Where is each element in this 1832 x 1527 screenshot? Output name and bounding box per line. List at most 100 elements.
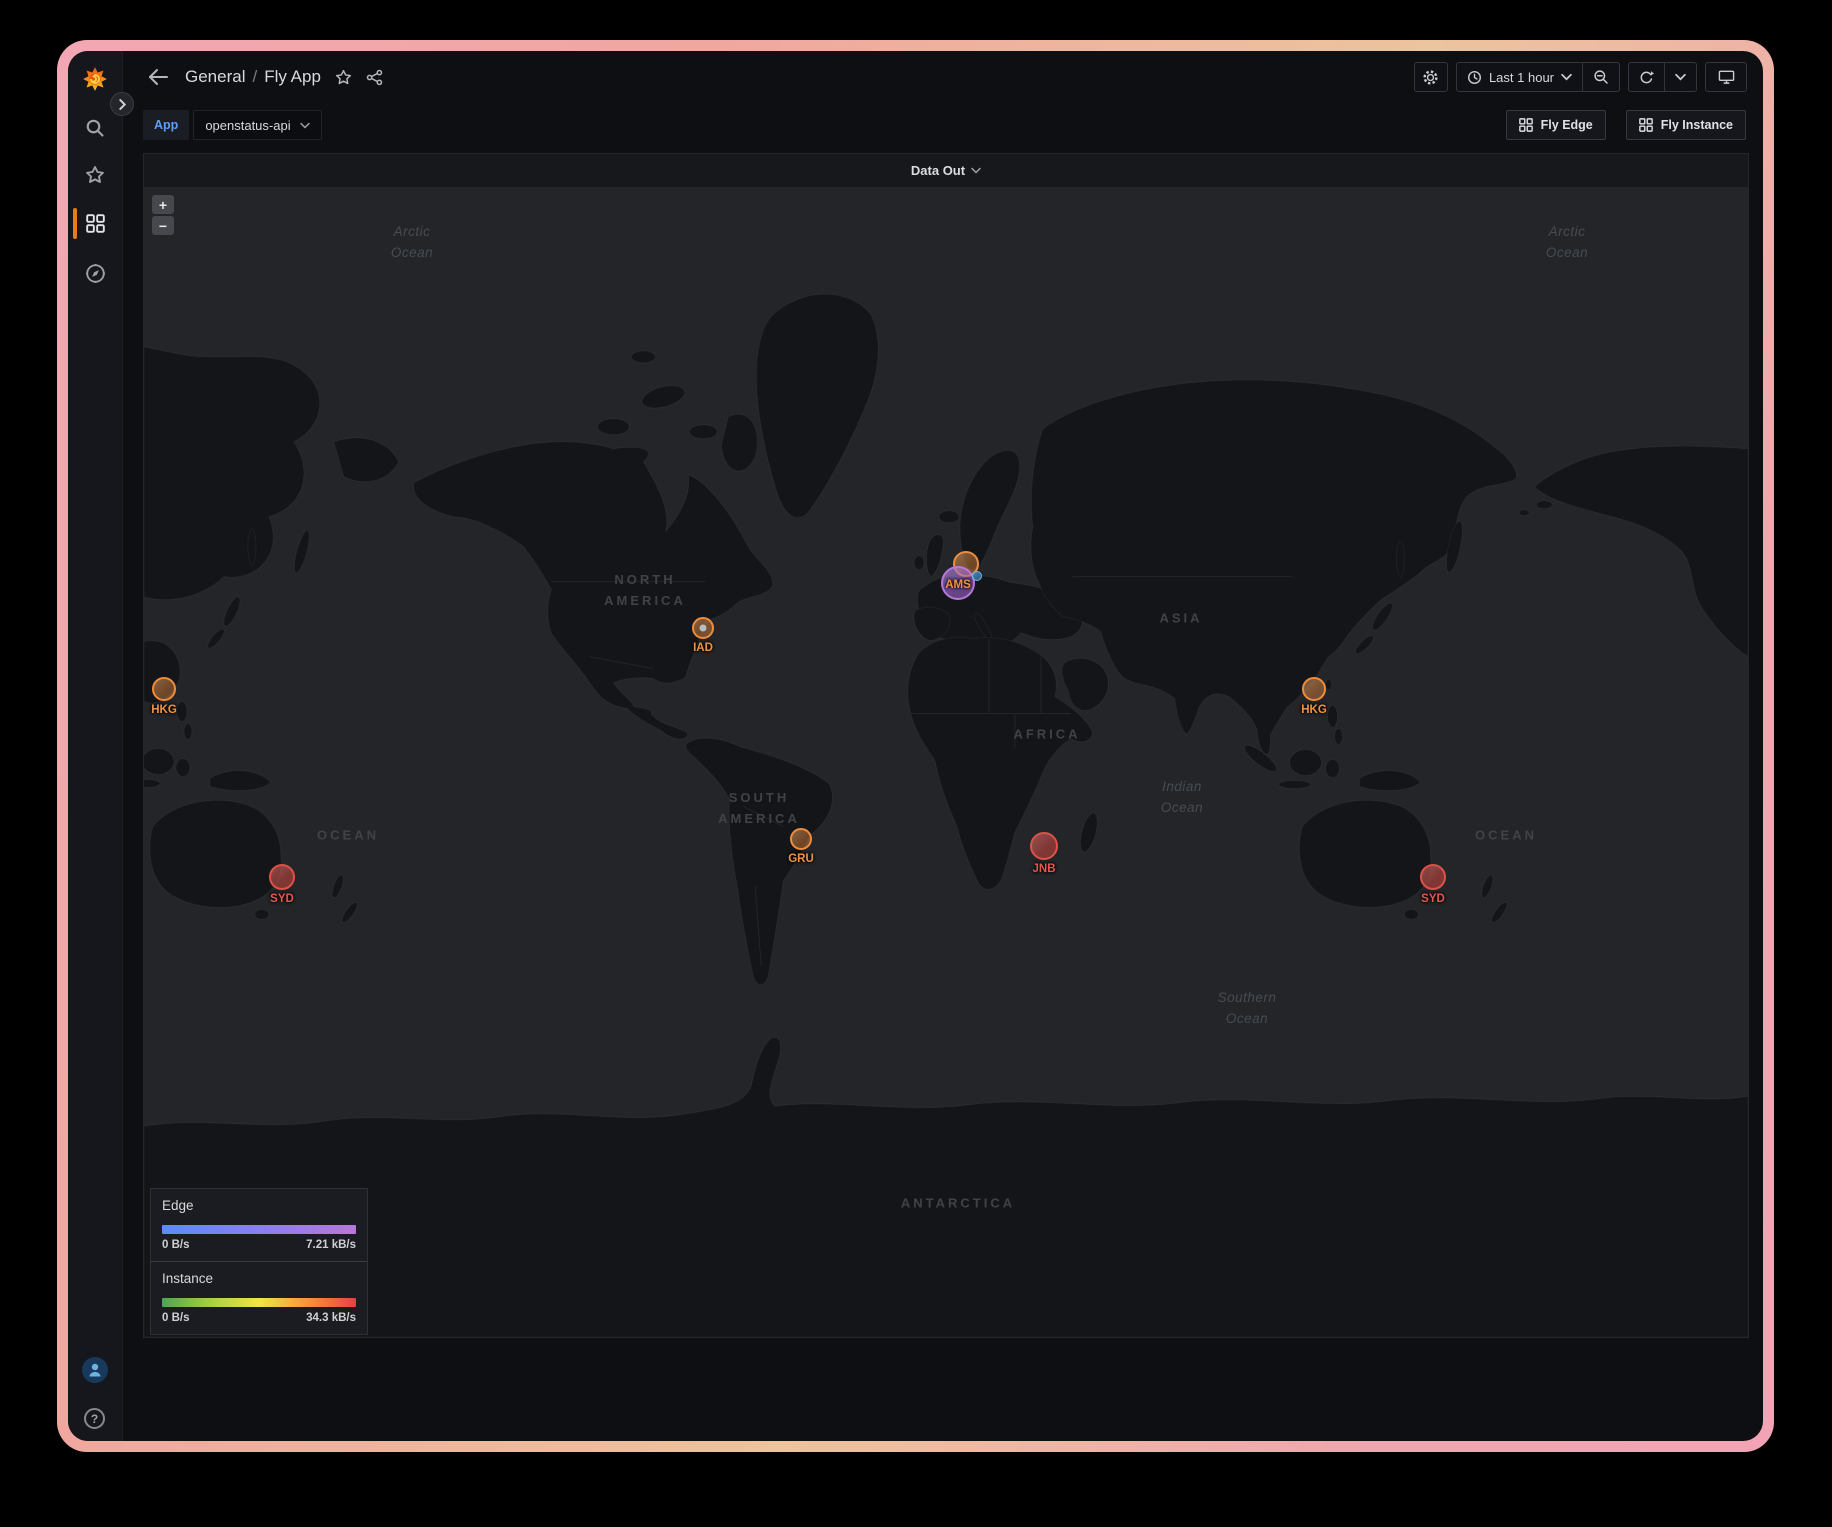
variables-bar: App openstatus-api Fly Edge bbox=[123, 103, 1763, 147]
panel-header[interactable]: Data Out bbox=[144, 154, 1748, 187]
dashboard-settings-button[interactable] bbox=[1414, 62, 1448, 92]
search-nav-item[interactable] bbox=[82, 115, 108, 141]
chevron-down-icon bbox=[1675, 73, 1686, 81]
marker-sheen bbox=[943, 568, 973, 598]
refresh-button[interactable] bbox=[1629, 63, 1664, 91]
chevron-down-icon bbox=[971, 167, 981, 174]
map-zoom-in-button[interactable]: + bbox=[152, 195, 174, 214]
world-map-svg bbox=[144, 187, 1748, 1337]
window-frame: ? General / Fly App bbox=[57, 40, 1774, 1452]
help-glyph: ? bbox=[91, 1412, 98, 1426]
map-zoom-out-button[interactable]: − bbox=[152, 216, 174, 235]
world-map[interactable]: + − Edge0 B/s7.21 kB/sInstance0 B/s34.3 … bbox=[144, 187, 1748, 1337]
breadcrumb-folder[interactable]: General bbox=[185, 67, 245, 87]
map-marker-gru[interactable] bbox=[790, 828, 812, 850]
user-avatar-icon bbox=[87, 1362, 103, 1378]
zoom-out-icon bbox=[1593, 69, 1609, 85]
grafana-logo-icon bbox=[82, 66, 108, 92]
profile-avatar[interactable] bbox=[82, 1357, 108, 1383]
sidebar: ? bbox=[68, 51, 123, 1441]
legend-section-instance: Instance0 B/s34.3 kB/s bbox=[151, 1261, 367, 1334]
back-button[interactable] bbox=[143, 62, 173, 92]
refresh-interval-dropdown[interactable] bbox=[1664, 63, 1696, 91]
explore-nav-item[interactable] bbox=[82, 260, 108, 286]
grafana-logo[interactable] bbox=[82, 66, 108, 92]
map-legend: Edge0 B/s7.21 kB/sInstance0 B/s34.3 kB/s bbox=[150, 1188, 368, 1335]
legend-range: 0 B/s 7.21 kB/s bbox=[162, 1239, 356, 1251]
clock-icon bbox=[1467, 70, 1482, 85]
legend-min: 0 B/s bbox=[162, 1312, 190, 1324]
desktop-canvas: { "colors": { "frame_gradient": ["#f3a7b… bbox=[0, 0, 1832, 1527]
map-marker-iad[interactable] bbox=[692, 617, 714, 639]
geomap-panel: Data Out bbox=[143, 153, 1749, 1338]
share-icon bbox=[366, 69, 383, 86]
title-actions bbox=[335, 69, 383, 86]
marker-sheen bbox=[1032, 834, 1056, 858]
map-marker-syd[interactable] bbox=[1420, 864, 1446, 890]
marker-sheen bbox=[1304, 679, 1324, 699]
map-marker-hkg[interactable] bbox=[152, 677, 176, 701]
expand-sidebar-button[interactable] bbox=[110, 92, 134, 116]
time-range-label: Last 1 hour bbox=[1489, 70, 1554, 85]
time-picker-group: Last 1 hour bbox=[1456, 62, 1620, 92]
favorite-dashboard-button[interactable] bbox=[335, 69, 352, 86]
time-zoom-out-button[interactable] bbox=[1582, 63, 1619, 91]
apps-grid-icon bbox=[1639, 118, 1653, 132]
fly-instance-label: Fly Instance bbox=[1661, 118, 1733, 132]
chevron-down-icon bbox=[300, 122, 310, 129]
refresh-group bbox=[1628, 62, 1697, 92]
apps-grid-icon bbox=[1519, 118, 1533, 132]
marker-sheen bbox=[792, 830, 810, 848]
dashboard-toolbar: Last 1 hour bbox=[1414, 62, 1747, 92]
grafana-window: ? General / Fly App bbox=[68, 51, 1763, 1441]
map-marker-syd[interactable] bbox=[269, 864, 295, 890]
map-marker-hkg[interactable] bbox=[1302, 677, 1326, 701]
fly-instance-link[interactable]: Fly Instance bbox=[1626, 110, 1746, 140]
legend-max: 34.3 kB/s bbox=[306, 1312, 356, 1324]
dashboard-links: Fly Edge Fly Instance bbox=[1506, 110, 1746, 140]
variable-app-label: App bbox=[143, 110, 189, 140]
breadcrumb-separator: / bbox=[252, 67, 257, 87]
time-range-button[interactable]: Last 1 hour bbox=[1457, 63, 1582, 91]
chevron-right-icon bbox=[118, 99, 127, 110]
legend-min: 0 B/s bbox=[162, 1239, 190, 1251]
legend-gradient-bar bbox=[162, 1298, 356, 1307]
dashboards-grid-icon bbox=[86, 214, 105, 233]
star-outline-icon bbox=[335, 69, 352, 86]
map-marker-ams[interactable] bbox=[941, 566, 975, 600]
starred-nav-item[interactable] bbox=[82, 162, 108, 188]
legend-title: Edge bbox=[162, 1198, 356, 1213]
marker-sheen bbox=[154, 679, 174, 699]
map-zoom-controls: + − bbox=[152, 195, 174, 235]
legend-range: 0 B/s 34.3 kB/s bbox=[162, 1312, 356, 1324]
fly-edge-label: Fly Edge bbox=[1541, 118, 1593, 132]
search-icon bbox=[85, 118, 105, 138]
kiosk-mode-button[interactable] bbox=[1705, 62, 1747, 92]
fly-edge-link[interactable]: Fly Edge bbox=[1506, 110, 1606, 140]
legend-gradient-bar bbox=[162, 1225, 356, 1234]
marker-sheen bbox=[271, 866, 293, 888]
share-dashboard-button[interactable] bbox=[366, 69, 383, 86]
variable-app-value: openstatus-api bbox=[205, 118, 290, 133]
main-area: General / Fly App bbox=[123, 51, 1763, 1441]
panel-title: Data Out bbox=[911, 163, 965, 178]
dashboard-header: General / Fly App bbox=[123, 51, 1763, 103]
breadcrumb-dashboard: Fly App bbox=[264, 67, 321, 87]
marker-sheen bbox=[1422, 866, 1444, 888]
legend-max: 7.21 kB/s bbox=[306, 1239, 356, 1251]
back-arrow-icon bbox=[147, 67, 169, 87]
variable-app-dropdown[interactable]: openstatus-api bbox=[193, 110, 321, 140]
breadcrumb: General / Fly App bbox=[185, 67, 321, 87]
chevron-down-icon bbox=[1561, 73, 1572, 81]
explore-compass-icon bbox=[85, 263, 106, 284]
legend-section-edge: Edge 0 B/s 7.21 kB/s bbox=[151, 1189, 367, 1261]
marker-sheen bbox=[973, 572, 981, 580]
refresh-icon bbox=[1639, 70, 1654, 85]
marker-center-dot bbox=[700, 625, 707, 632]
star-icon bbox=[85, 165, 105, 185]
dashboards-nav-item[interactable] bbox=[82, 210, 108, 236]
help-button[interactable]: ? bbox=[84, 1408, 105, 1429]
tv-monitor-icon bbox=[1718, 69, 1735, 85]
map-marker-blue[interactable] bbox=[972, 571, 982, 581]
map-marker-jnb[interactable] bbox=[1030, 832, 1058, 860]
